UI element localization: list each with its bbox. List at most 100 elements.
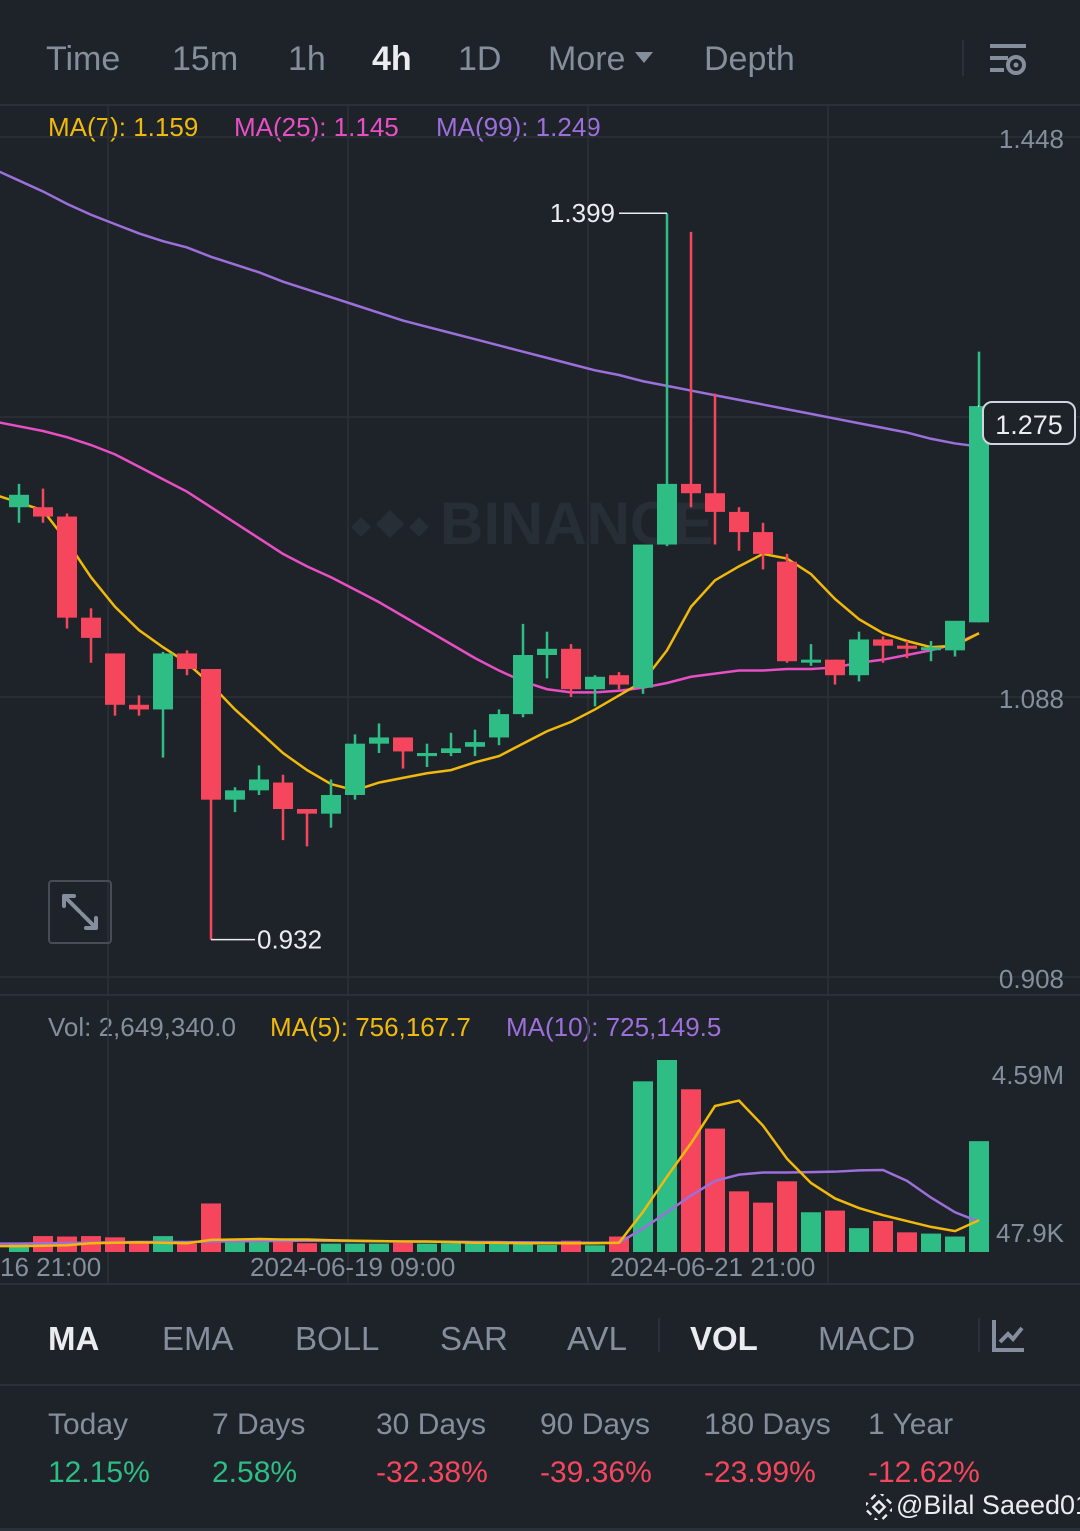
candle-body [537,648,557,655]
volume-bar [873,1221,893,1252]
fullscreen-button[interactable] [48,880,112,944]
candle-body [57,516,77,618]
volume-bar [921,1233,941,1252]
indicator-avl[interactable]: AVL [567,1320,627,1358]
candles [9,213,989,940]
volume-chart[interactable] [0,1000,1080,1284]
price-chart[interactable]: BINANCE 1.3990.932 [0,104,1080,994]
tab-1h[interactable]: 1h [288,40,326,79]
volume-bar [129,1242,149,1252]
time-label-1: 16 21:00 [0,1252,102,1282]
candle-body [201,669,221,800]
tab-time[interactable]: Time [46,40,120,79]
perf-value-1: 2.58% [212,1456,298,1489]
candle-body [609,675,629,685]
volume-bar [369,1243,389,1252]
candle-body [393,737,413,752]
indicator-vol[interactable]: VOL [690,1320,758,1358]
perf-value-2: -32.38% [376,1456,488,1489]
candle-body [561,648,581,690]
candle-body [633,544,653,688]
time-label-2: 2024-06-19 09:00 [250,1252,456,1282]
volume-bar [777,1181,797,1252]
volume-bar [969,1141,989,1252]
candle-body [153,653,173,710]
credit-watermark: @Bilal Saeed01 [896,1490,1080,1520]
candle-body [777,561,797,662]
volume-bar [657,1060,677,1252]
low-label: 0.932 [257,925,322,955]
volume-bar [297,1243,317,1252]
volume-bar [729,1191,749,1252]
candle-body [921,647,941,651]
ma25-line [0,421,980,694]
candle-body [345,743,365,795]
candle-body [129,704,149,710]
indicator-sar[interactable]: SAR [440,1320,508,1358]
candle-body [273,782,293,809]
volume-bar [249,1241,269,1252]
perf-label-2: 30 Days [376,1408,487,1441]
vol-axis-top: 4.59M [991,1060,1064,1090]
perf-value-4: -23.99% [704,1456,816,1489]
candle-body [81,617,101,638]
candle-body [321,795,341,814]
caret-down-icon [635,51,654,63]
indicator-settings-icon[interactable] [990,1316,1028,1354]
indicator-ma[interactable]: MA [48,1320,99,1358]
volume-bar [681,1089,701,1252]
candle-body [945,620,965,651]
candle-body [825,659,845,676]
candle-body [441,748,461,753]
indicator-divider-2 [978,1318,980,1352]
more-dropdown[interactable]: More [548,40,654,79]
candle-body [897,645,917,649]
candle-body [249,779,269,791]
toolbar-divider [962,40,964,76]
candle-body [465,742,485,747]
volume-bar [417,1243,437,1252]
more-label: More [548,40,626,78]
high-label: 1.399 [550,198,615,228]
price-axis-bottom: 0.908 [998,964,1064,994]
price-axis-mid: 1.088 [998,684,1064,714]
perf-label-5: 1 Year [868,1408,954,1441]
candle-body [297,809,317,814]
volume-bar [753,1202,773,1252]
indicator-ema[interactable]: EMA [162,1320,234,1358]
candle-body [801,659,821,663]
candle-body [705,493,725,512]
perf-value-0: 12.15% [48,1456,150,1489]
perf-label-0: Today [48,1408,129,1441]
tab-4h[interactable]: 4h [372,40,412,79]
perf-value-5: -12.62% [868,1456,980,1489]
candle-body [417,753,437,757]
candle-body [369,737,389,744]
timeframe-bar [0,0,1080,106]
time-axis-separator [0,1283,1080,1285]
tab-1d[interactable]: 1D [458,40,501,79]
indicator-macd[interactable]: MACD [818,1320,915,1358]
perf-label-3: 90 Days [540,1408,651,1441]
candle-body [105,653,125,705]
volume-bar [585,1245,605,1252]
volume-bar [945,1236,965,1252]
volume-bar [801,1212,821,1252]
volume-bar [345,1243,365,1252]
candle-body [849,639,869,676]
chart-settings-icon[interactable] [988,40,1028,80]
volume-bar [513,1244,533,1252]
perf-value-3: -39.36% [540,1456,652,1489]
ma99-line [0,170,980,448]
indicator-boll[interactable]: BOLL [295,1320,379,1358]
volume-bar [633,1081,653,1252]
candle-body [225,790,245,800]
tab-15m[interactable]: 15m [172,40,238,79]
volume-bar [225,1241,245,1252]
tab-depth[interactable]: Depth [704,40,795,79]
time-label-3: 2024-06-21 21:00 [610,1252,816,1282]
candle-body [9,494,29,508]
volume-bar [849,1228,869,1252]
candle-body [489,714,509,738]
candle-body [585,676,605,690]
